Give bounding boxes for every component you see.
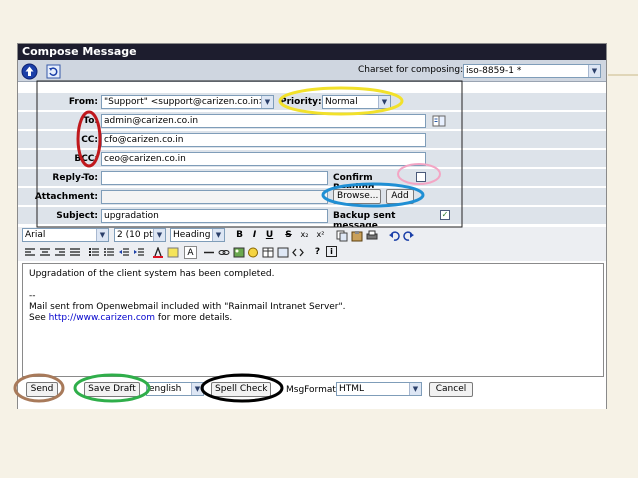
refresh-icon[interactable] bbox=[45, 63, 62, 80]
superscript-button[interactable]: x² bbox=[314, 229, 327, 242]
attachment-label: Attachment: bbox=[34, 192, 98, 202]
undo-icon[interactable] bbox=[388, 230, 400, 242]
subject-input[interactable]: upgradation bbox=[101, 209, 328, 223]
charset-select[interactable]: iso-8859-1 * ▼ bbox=[463, 64, 601, 78]
back-up-icon[interactable] bbox=[21, 63, 38, 80]
italic-button[interactable]: I bbox=[248, 229, 261, 242]
table-icon[interactable] bbox=[262, 247, 274, 258]
language-value: english bbox=[149, 384, 182, 394]
browse-button[interactable]: Browse... bbox=[333, 189, 381, 204]
justify-icon[interactable] bbox=[69, 247, 81, 258]
replyto-label: Reply-To: bbox=[52, 173, 98, 183]
add-attachment-button[interactable]: Add bbox=[386, 189, 414, 204]
priority-select[interactable]: Normal ▼ bbox=[322, 95, 391, 109]
help-button[interactable]: ? bbox=[311, 246, 324, 259]
body-separator: -- bbox=[29, 291, 36, 301]
bcc-input[interactable]: ceo@carizen.co.in bbox=[101, 152, 426, 166]
chevron-down-icon: ▼ bbox=[96, 229, 108, 241]
chevron-down-icon: ▼ bbox=[153, 229, 165, 241]
font-face-button[interactable]: A bbox=[184, 246, 197, 259]
background-color-icon[interactable] bbox=[167, 247, 179, 258]
align-right-icon[interactable] bbox=[54, 247, 66, 258]
chevron-down-icon: ▼ bbox=[409, 383, 421, 395]
from-label: From: bbox=[68, 97, 98, 107]
print-icon[interactable] bbox=[366, 230, 378, 242]
redo-icon[interactable] bbox=[403, 230, 415, 242]
info-button[interactable]: i bbox=[326, 246, 337, 257]
size-select[interactable]: 2 (10 pt) ▼ bbox=[114, 228, 166, 242]
address-book-icon[interactable] bbox=[432, 115, 446, 127]
window-title: Compose Message bbox=[18, 44, 606, 60]
cc-input[interactable]: cfo@carizen.co.in bbox=[101, 133, 426, 147]
priority-label: Priority: bbox=[280, 97, 322, 107]
msgformat-value: HTML bbox=[339, 384, 365, 394]
bcc-label: BCC: bbox=[74, 154, 98, 164]
cancel-button[interactable]: Cancel bbox=[429, 382, 473, 397]
chevron-down-icon: ▼ bbox=[588, 65, 600, 77]
confirm-reading-checkbox[interactable] bbox=[416, 172, 426, 182]
text-color-icon[interactable] bbox=[152, 247, 164, 258]
language-select[interactable]: english ▼ bbox=[146, 382, 204, 396]
save-draft-button[interactable]: Save Draft bbox=[84, 382, 140, 397]
priority-value: Normal bbox=[325, 97, 358, 107]
to-label: To: bbox=[83, 116, 98, 126]
chevron-down-icon: ▼ bbox=[191, 383, 203, 395]
attachment-input[interactable] bbox=[101, 190, 328, 204]
font-select[interactable]: Arial ▼ bbox=[22, 228, 109, 242]
to-input[interactable]: admin@carizen.co.in bbox=[101, 114, 426, 128]
subscript-button[interactable]: x₂ bbox=[298, 229, 311, 242]
indent-icon[interactable] bbox=[133, 247, 145, 258]
compose-window: Compose Message Charset for composing: i… bbox=[17, 43, 607, 409]
subject-label: Subject: bbox=[56, 211, 98, 221]
outdent-icon[interactable] bbox=[118, 247, 130, 258]
image-icon[interactable] bbox=[233, 247, 245, 258]
horizontal-rule-icon[interactable] bbox=[203, 247, 215, 258]
bullet-list-icon[interactable] bbox=[103, 247, 115, 258]
carizen-link[interactable]: http://www.carizen.com bbox=[49, 313, 155, 323]
align-center-icon[interactable] bbox=[39, 247, 51, 258]
strikethrough-button[interactable]: S bbox=[282, 229, 295, 242]
size-value: 2 (10 pt) bbox=[117, 230, 157, 240]
align-left-icon[interactable] bbox=[24, 247, 36, 258]
chevron-down-icon: ▼ bbox=[212, 229, 224, 241]
charset-value: iso-8859-1 * bbox=[466, 66, 522, 76]
body-line-3-prefix: See bbox=[29, 313, 49, 323]
bold-button[interactable]: B bbox=[233, 229, 246, 242]
msgformat-label: MsgFormat bbox=[286, 385, 336, 395]
msgformat-select[interactable]: HTML ▼ bbox=[336, 382, 422, 396]
replyto-input[interactable] bbox=[101, 171, 328, 185]
chevron-down-icon: ▼ bbox=[261, 96, 273, 108]
special-char-icon[interactable] bbox=[277, 247, 289, 258]
body-line-3: See http://www.carizen.com for more deta… bbox=[29, 313, 597, 324]
underline-button[interactable]: U bbox=[263, 229, 276, 242]
body-line-3-suffix: for more details. bbox=[155, 313, 233, 323]
backup-sent-checkbox[interactable]: ✓ bbox=[440, 210, 450, 220]
charset-label: Charset for composing: bbox=[358, 65, 464, 75]
cc-label: CC: bbox=[81, 135, 98, 145]
spell-check-button[interactable]: Spell Check bbox=[211, 382, 271, 397]
font-value: Arial bbox=[25, 230, 46, 240]
send-button[interactable]: Send bbox=[26, 382, 58, 397]
numbered-list-icon[interactable] bbox=[88, 247, 100, 258]
body-line-1: Upgradation of the client system has bee… bbox=[29, 269, 275, 279]
source-code-icon[interactable] bbox=[292, 247, 304, 258]
nav-toolbar: Charset for composing: iso-8859-1 * ▼ bbox=[18, 60, 606, 82]
copy-icon[interactable] bbox=[336, 230, 348, 242]
body-line-2: Mail sent from Openwebmail included with… bbox=[29, 302, 346, 312]
message-body[interactable]: Upgradation of the client system has bee… bbox=[22, 263, 604, 377]
from-select[interactable]: "Support" <support@carizen.co.in> ▼ bbox=[101, 95, 274, 109]
from-value: "Support" <support@carizen.co.in> bbox=[104, 97, 267, 107]
link-icon[interactable] bbox=[218, 247, 230, 258]
chevron-down-icon: ▼ bbox=[378, 96, 390, 108]
format-select[interactable]: Heading 1 ▼ bbox=[170, 228, 225, 242]
emoticon-icon[interactable] bbox=[247, 247, 259, 258]
paste-icon[interactable] bbox=[351, 230, 363, 242]
